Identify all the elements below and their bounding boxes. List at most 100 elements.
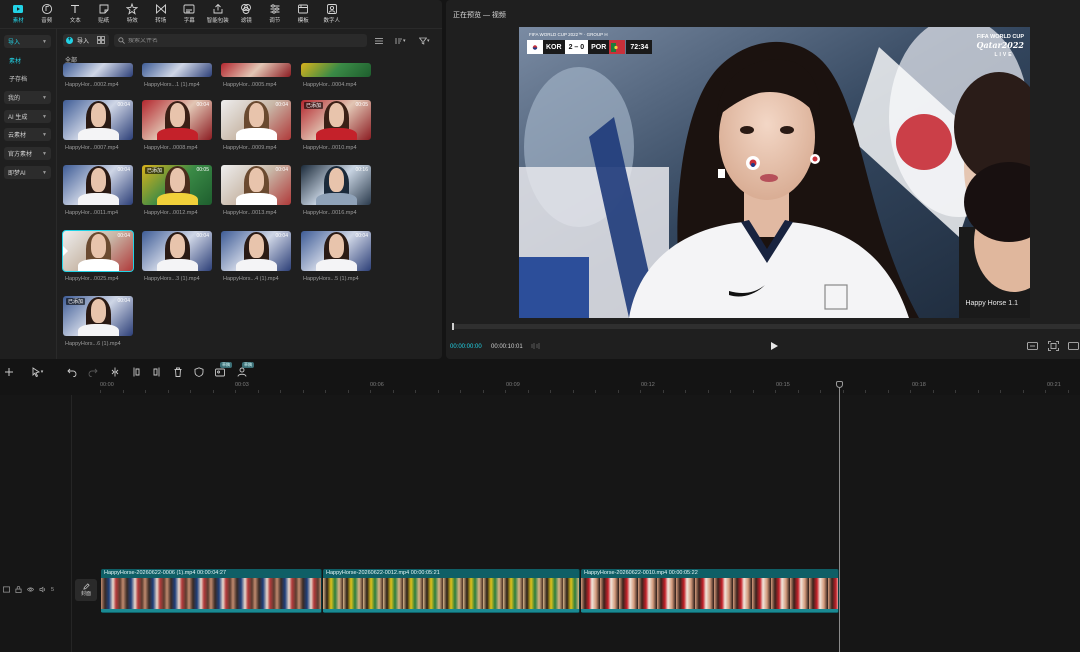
sidebar-item-1[interactable]: 素材	[4, 54, 51, 67]
media-thumbnail[interactable]: 00:04	[63, 165, 133, 205]
sidebar-item-0[interactable]: 导入 ▼	[4, 35, 51, 48]
media-thumbnail[interactable]: 00:16	[301, 165, 371, 205]
play-button[interactable]	[771, 342, 778, 350]
current-time: 00:00:00:00	[450, 344, 482, 350]
clip-label: HappyHorse-20260622-0012.mp4 00:00:05:21	[326, 570, 440, 576]
toolbar-tab-label: 贴纸	[98, 18, 110, 24]
media-thumbnail[interactable]: 00:05 已添加	[301, 100, 371, 140]
timeline-clip[interactable]: HappyHorse-20260622-0006 (1).mp4 00:00:0…	[101, 569, 322, 613]
split-button[interactable]	[109, 366, 121, 378]
list-view-toggle[interactable]	[375, 36, 383, 45]
track-header-column	[0, 395, 72, 652]
sidebar-item-4[interactable]: AI 生成 ▼	[4, 110, 51, 123]
thumbnail-face	[329, 103, 345, 128]
waveform-icon[interactable]	[531, 341, 542, 351]
video-preview[interactable]: FIFA WORLD CUP 2022™ · GROUP H KOR 2 – 0…	[519, 27, 1030, 318]
playhead[interactable]	[839, 381, 840, 652]
redo-button[interactable]	[87, 366, 99, 378]
toolbar-tab-11[interactable]: 数字人	[318, 0, 347, 26]
media-filename: HappyHor...0005.mp4	[223, 82, 277, 88]
search-box[interactable]	[114, 34, 367, 47]
toolbar-tab-4[interactable]: 特效	[118, 0, 147, 26]
toolbar-tab-1[interactable]: 音频	[33, 0, 62, 26]
ruler-tick	[977, 390, 979, 393]
side-nav: 导入 ▼ 素材 子存档 我的 ▼ AI 生成 ▼ 云素材 ▼ 官方素材 ▼ 即梦AI ▼	[0, 29, 57, 359]
search-input[interactable]	[128, 37, 358, 44]
media-panel: 素材 音频 文本 贴纸 特效 转场 字幕 智能包装 滤镜 调节 模板 数字人 导入 ▼ 素材 子存档 我的 ▼ A…	[0, 0, 442, 359]
sidebar-item-label: 导入	[8, 40, 21, 46]
media-thumbnail[interactable]: 00:04	[221, 100, 291, 140]
sidebar-item-6[interactable]: 官方素材 ▼	[4, 147, 51, 160]
fullscreen-icon[interactable]	[1048, 341, 1059, 351]
more-icon[interactable]	[1068, 341, 1079, 351]
media-thumbnail[interactable]: 00:04	[142, 100, 212, 140]
select-tool-button[interactable]: ▾	[26, 366, 48, 378]
thumbnail-image	[301, 63, 371, 77]
sidebar-item-7[interactable]: 即梦AI ▼	[4, 166, 51, 179]
aspect-ratio-icon[interactable]	[1027, 341, 1038, 351]
split-right-button[interactable]	[151, 366, 163, 378]
media-filename: HappyHor...0004.mp4	[303, 82, 357, 88]
cover-button[interactable]: 封面	[75, 579, 97, 601]
timeline-clip[interactable]: HappyHorse-20260622-0012.mp4 00:00:05:21	[323, 569, 580, 613]
undo-button[interactable]	[66, 366, 78, 378]
ruler-tick	[730, 390, 731, 393]
thumbnail-duration: 00:04	[355, 233, 368, 239]
toolbar-tab-0[interactable]: 素材	[4, 0, 33, 26]
chevron-down-icon: ▼	[42, 169, 47, 176]
media-thumbnail[interactable]: 00:04	[301, 231, 371, 271]
grid-view-icon[interactable]	[97, 36, 105, 44]
filter-dropdown[interactable]: ▾	[419, 36, 430, 45]
preview-progress-head[interactable]	[452, 323, 454, 330]
media-thumbnail[interactable]: 00:04 已添加	[63, 296, 133, 336]
thumbnail-duration: 00:04	[117, 102, 130, 108]
add-track-button[interactable]	[3, 366, 15, 378]
lock-icon[interactable]	[15, 586, 22, 593]
toolbar-tab-7[interactable]: 智能包装	[204, 0, 233, 26]
toolbar-tab-5[interactable]: 转场	[147, 0, 176, 26]
preview-panel: 正在预览 — 视频 FIFA WORLD CUP 2022™ · GROUP H…	[446, 0, 1080, 359]
portugal-flag-icon	[609, 40, 626, 54]
media-thumbnail[interactable]: 00:05 已添加	[142, 165, 212, 205]
ruler-tick	[1045, 390, 1046, 393]
eye-icon[interactable]	[27, 586, 34, 593]
media-thumbnail[interactable]: 00:04	[62, 230, 134, 272]
sort-dropdown[interactable]: ▾	[395, 36, 406, 45]
toolbar-tab-9[interactable]: 调节	[261, 0, 290, 26]
toolbar-tab-10[interactable]: 模板	[289, 0, 318, 26]
toolbar-tab-8[interactable]: 滤镜	[232, 0, 261, 26]
ruler-tick-label: 00:09	[506, 382, 520, 388]
clip-audio-wave	[581, 609, 838, 612]
delete-button[interactable]	[172, 366, 184, 378]
plus-icon	[5, 368, 13, 376]
media-thumbnail[interactable]	[63, 63, 133, 77]
sidebar-item-label: 子存档	[9, 77, 28, 83]
media-thumbnail[interactable]: 00:04	[142, 231, 212, 271]
shield-button[interactable]	[193, 366, 205, 378]
track-area[interactable]	[72, 395, 1080, 652]
sidebar-item-3[interactable]: 我的 ▼	[4, 91, 51, 104]
ruler-tick-label: 00:15	[776, 382, 790, 388]
toolbar-tab-3[interactable]: 贴纸	[90, 0, 119, 26]
cursor-icon	[32, 367, 40, 377]
toolbar-tab-label: 数字人	[323, 18, 340, 24]
volume-icon[interactable]	[39, 586, 46, 593]
media-thumbnail[interactable]	[301, 63, 371, 77]
playhead-handle[interactable]	[836, 381, 843, 388]
split-left-button[interactable]	[130, 366, 142, 378]
media-thumbnail[interactable]: 00:04	[63, 100, 133, 140]
timeline-ruler[interactable]: 00:00 00:03 00:06 00:09 00:12 00:15 00:18 00:21	[72, 381, 1080, 393]
toolbar-tab-2[interactable]: 文本	[61, 0, 90, 26]
cover-label: 封面	[80, 591, 91, 597]
media-thumbnail[interactable]	[142, 63, 212, 77]
preview-progress-track[interactable]	[452, 324, 1080, 329]
plus-icon: +	[66, 37, 73, 44]
media-filename: HappyHor...0002.mp4	[65, 82, 119, 88]
media-thumbnail[interactable]	[221, 63, 291, 77]
media-thumbnail[interactable]: 00:04	[221, 231, 291, 271]
sidebar-item-5[interactable]: 云素材 ▼	[4, 128, 51, 141]
sidebar-item-2[interactable]: 子存档	[4, 72, 51, 85]
media-thumbnail[interactable]: 00:04	[221, 165, 291, 205]
timeline-clip[interactable]: HappyHorse-20260622-0010.mp4 00:00:05:22	[581, 569, 839, 613]
toolbar-tab-6[interactable]: 字幕	[175, 0, 204, 26]
